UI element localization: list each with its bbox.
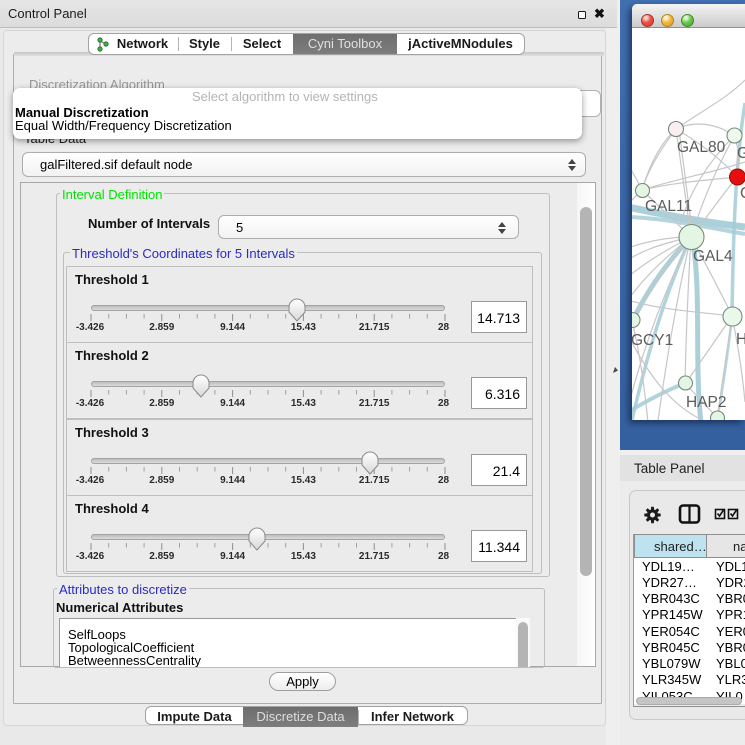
svg-text:H: H — [736, 331, 745, 348]
svg-text:GCY1: GCY1 — [632, 332, 673, 349]
svg-text:GAL4: GAL4 — [693, 248, 733, 265]
svg-text:GAL11: GAL11 — [645, 198, 692, 215]
svg-text:GA: GA — [737, 145, 745, 162]
svg-text:HAP2: HAP2 — [686, 394, 727, 411]
svg-text:GAL80: GAL80 — [677, 139, 726, 156]
svg-text:C: C — [740, 185, 745, 202]
